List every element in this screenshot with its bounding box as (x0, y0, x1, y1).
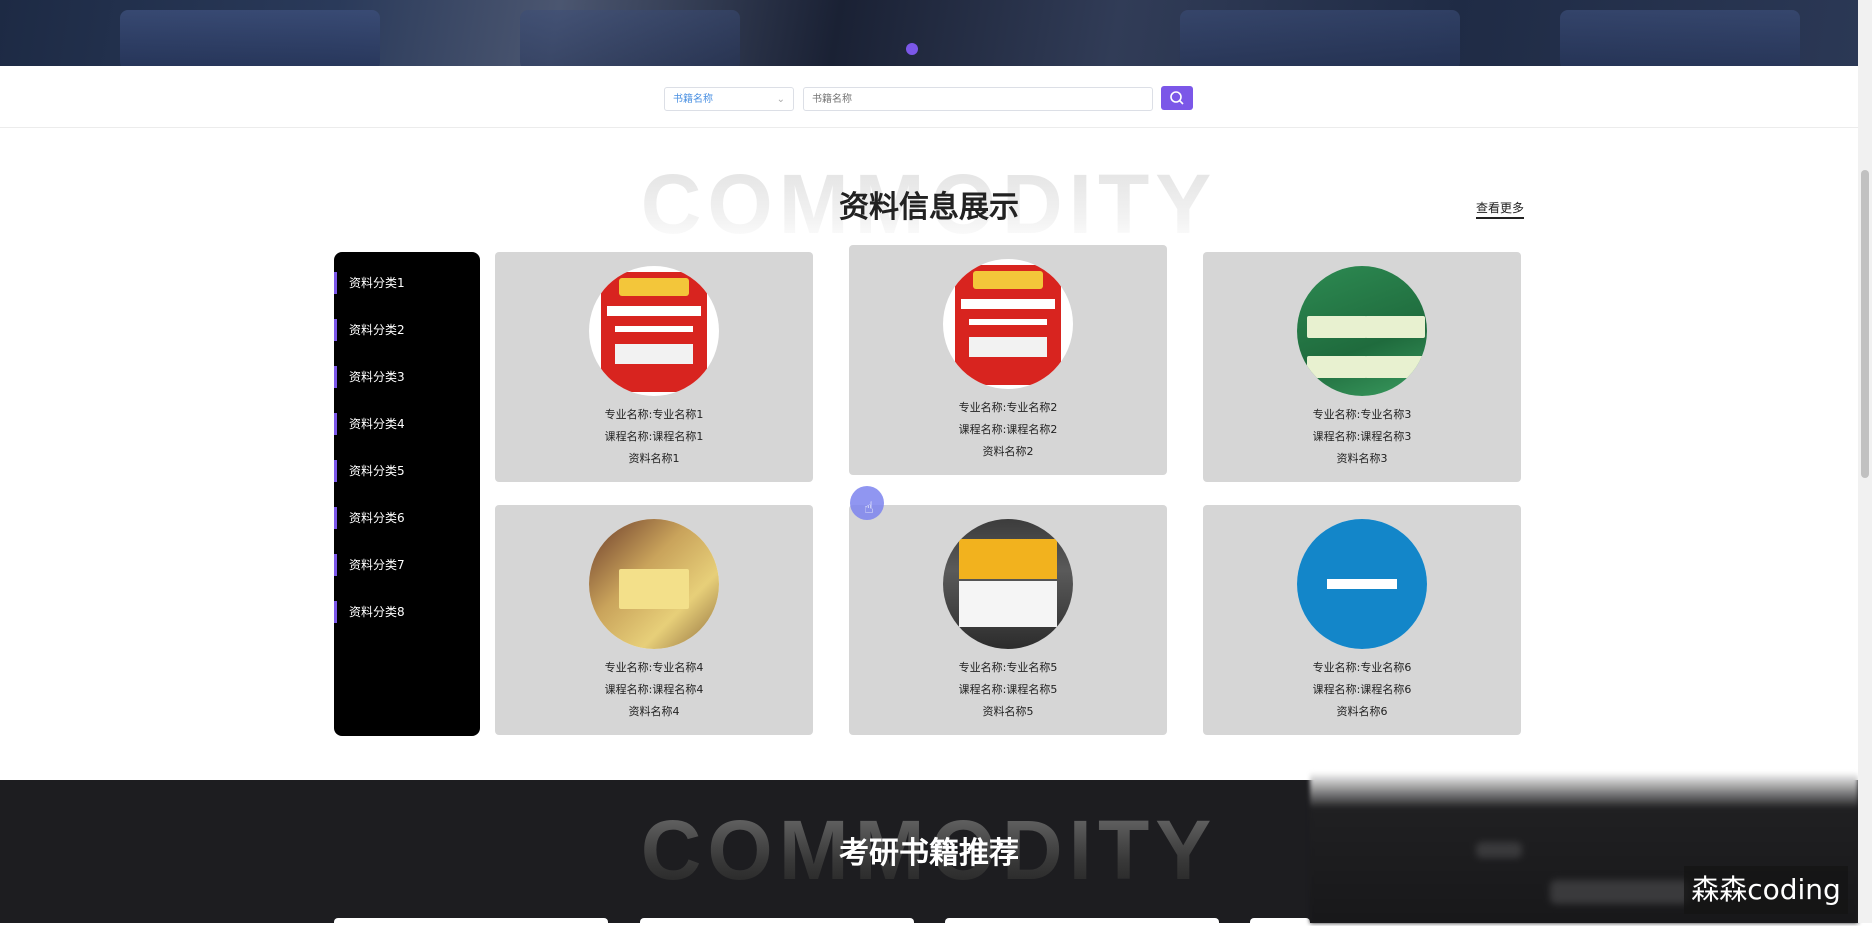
banner-image-shape (120, 10, 380, 66)
banner-image-shape (1180, 10, 1460, 66)
material-thumbnail (1297, 266, 1427, 396)
search-icon (1170, 91, 1184, 105)
card-name: 资料名称1 (628, 452, 680, 465)
card-major: 专业名称:专业名称6 (1312, 661, 1412, 674)
sidebar-item-category-3[interactable]: 资料分类3 (334, 366, 480, 388)
book-card[interactable] (334, 918, 608, 926)
book-card[interactable] (1250, 918, 1310, 926)
material-thumbnail (589, 519, 719, 649)
hero-banner (0, 0, 1858, 66)
banner-image-shape (1560, 10, 1800, 66)
carousel-indicator[interactable] (906, 43, 918, 55)
material-card[interactable]: 专业名称:专业名称5 课程名称:课程名称5 资料名称5 (849, 505, 1167, 735)
card-course: 课程名称:课程名称5 (958, 683, 1058, 696)
card-major: 专业名称:专业名称2 (958, 401, 1058, 414)
sidebar-item-category-5[interactable]: 资料分类5 (334, 460, 480, 482)
card-course: 课程名称:课程名称1 (604, 430, 704, 443)
card-major: 专业名称:专业名称5 (958, 661, 1058, 674)
material-card[interactable]: 专业名称:专业名称6 课程名称:课程名称6 资料名称6 (1203, 505, 1521, 735)
search-input[interactable] (803, 87, 1153, 111)
card-course: 课程名称:课程名称2 (958, 423, 1058, 436)
page-scrollbar[interactable] (1858, 0, 1872, 923)
material-card[interactable]: 专业名称:专业名称4 课程名称:课程名称4 资料名称4 (495, 505, 813, 735)
search-field-select[interactable]: 书籍名称 ⌄ (664, 87, 794, 111)
material-thumbnail (1297, 519, 1427, 649)
category-sidebar: 资料分类1 资料分类2 资料分类3 资料分类4 资料分类5 资料分类6 资料分类… (334, 252, 480, 736)
section-title: 资料信息展示 (839, 190, 1019, 225)
sidebar-item-category-4[interactable]: 资料分类4 (334, 413, 480, 435)
sidebar-item-category-6[interactable]: 资料分类6 (334, 507, 480, 529)
material-card[interactable]: 专业名称:专业名称2 课程名称:课程名称2 资料名称2 (849, 245, 1167, 475)
material-thumbnail (589, 266, 719, 396)
material-thumbnail (943, 519, 1073, 649)
scrollbar-thumb[interactable] (1861, 170, 1869, 478)
material-thumbnail (943, 259, 1073, 389)
card-major: 专业名称:专业名称4 (604, 661, 704, 674)
chevron-down-icon: ⌄ (776, 94, 785, 105)
hand-pointer-icon: ☝ (864, 498, 874, 517)
card-name: 资料名称2 (982, 445, 1034, 458)
banner-image-shape (520, 10, 740, 66)
search-button[interactable] (1161, 86, 1193, 110)
card-name: 资料名称6 (1336, 705, 1388, 718)
book-card[interactable] (640, 918, 914, 926)
card-major: 专业名称:专业名称1 (604, 408, 704, 421)
search-field-select-value: 书籍名称 (673, 94, 713, 105)
card-course: 课程名称:课程名称6 (1312, 683, 1412, 696)
card-major: 专业名称:专业名称3 (1312, 408, 1412, 421)
card-course: 课程名称:课程名称4 (604, 683, 704, 696)
card-name: 资料名称5 (982, 705, 1034, 718)
sidebar-item-category-7[interactable]: 资料分类7 (334, 554, 480, 576)
card-name: 资料名称4 (628, 705, 680, 718)
material-card[interactable]: 专业名称:专业名称3 课程名称:课程名称3 资料名称3 (1203, 252, 1521, 482)
material-card[interactable]: 专业名称:专业名称1 课程名称:课程名称1 资料名称1 (495, 252, 813, 482)
watermark-label: 森森coding (1684, 866, 1848, 914)
sidebar-item-category-8[interactable]: 资料分类8 (334, 601, 480, 623)
view-more-link[interactable]: 查看更多 (1476, 199, 1525, 219)
sidebar-item-category-2[interactable]: 资料分类2 (334, 319, 480, 341)
book-card[interactable] (945, 918, 1219, 926)
card-course: 课程名称:课程名称3 (1312, 430, 1412, 443)
sidebar-item-category-1[interactable]: 资料分类1 (334, 272, 480, 294)
card-name: 资料名称3 (1336, 452, 1388, 465)
